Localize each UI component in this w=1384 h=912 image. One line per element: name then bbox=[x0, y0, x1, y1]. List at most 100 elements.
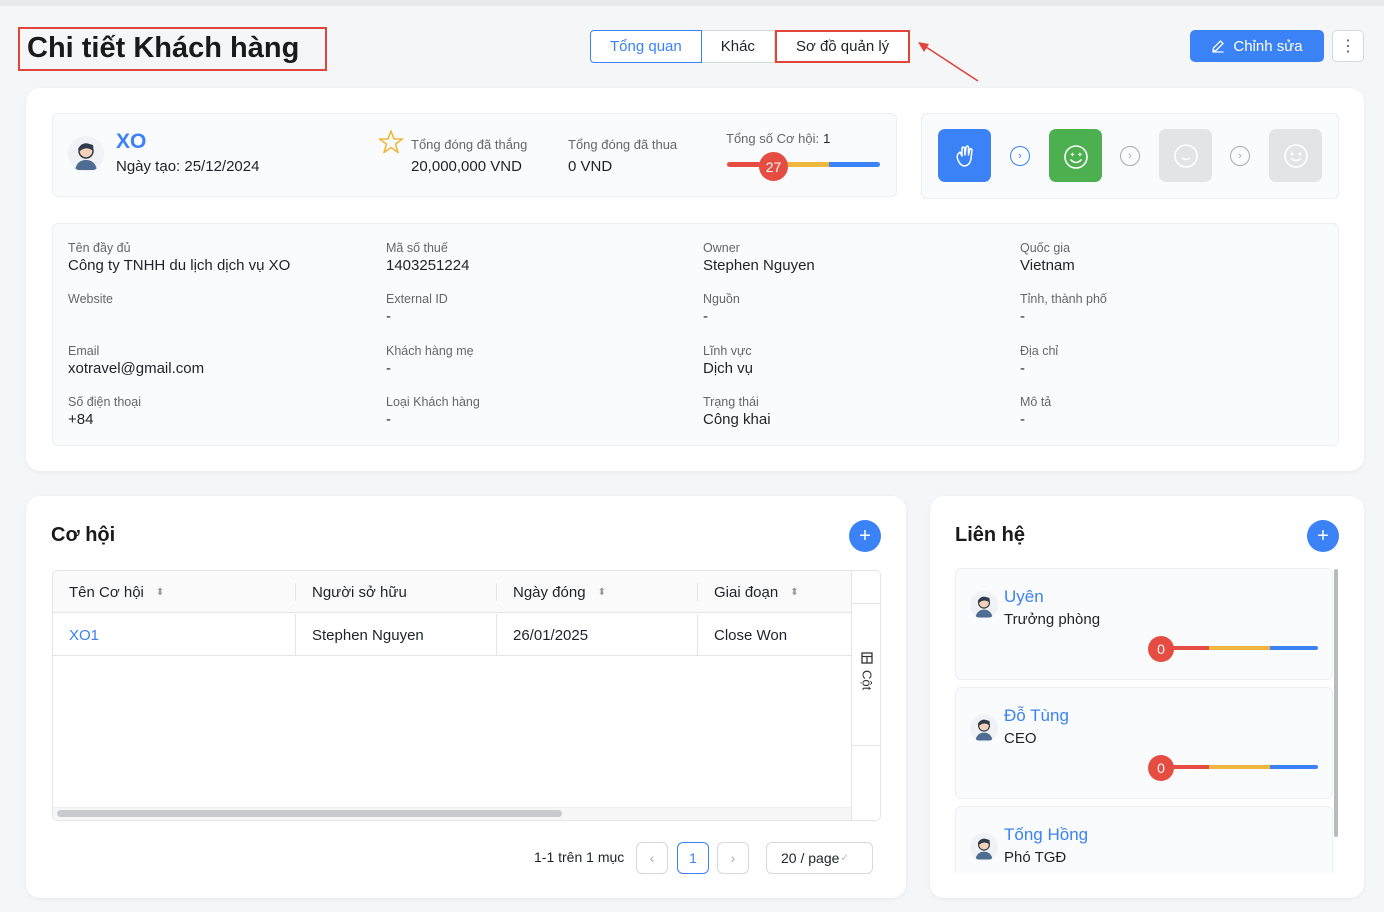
neutral-face-icon bbox=[1173, 143, 1198, 168]
contact-score-bar bbox=[1162, 765, 1318, 769]
opportunity-name-link[interactable]: XO1 bbox=[69, 614, 99, 656]
lost-total-label: Tổng đóng đã thua bbox=[568, 137, 678, 152]
contact-score-bar bbox=[1162, 646, 1318, 650]
annotation-arrow-icon bbox=[918, 42, 979, 82]
field-full-name: Tên đầy đủ Công ty TNHH du lịch dịch vụ X… bbox=[68, 241, 291, 274]
field-country: Quốc gia Vietnam bbox=[1020, 241, 1075, 274]
star-eyes-face-icon: ✦ ✦ bbox=[1063, 144, 1088, 169]
add-opportunity-button[interactable]: + bbox=[849, 520, 881, 552]
column-header-name[interactable]: Tên Cơ hội ⬍ bbox=[69, 571, 164, 613]
field-customer-type: Loại Khách hàng - bbox=[386, 395, 480, 428]
sort-icon: ⬍ bbox=[790, 586, 799, 598]
contact-avatar bbox=[970, 714, 998, 742]
more-vertical-icon: ⋮ bbox=[1340, 38, 1356, 55]
score-bar bbox=[727, 162, 880, 167]
page-title: Chi tiết Khách hàng bbox=[18, 27, 327, 71]
column-header-stage[interactable]: Giai đoạn ⬍ bbox=[714, 571, 799, 613]
chevron-left-icon: ‹ bbox=[649, 850, 655, 866]
horizontal-scrollbar[interactable] bbox=[57, 810, 562, 817]
chevron-down-icon: ✓ bbox=[840, 852, 849, 864]
field-province: Tỉnh, thành phố - bbox=[1020, 292, 1107, 325]
won-total-label: Tổng đóng đã thắng bbox=[411, 137, 528, 152]
svg-text:✦: ✦ bbox=[1077, 151, 1083, 159]
plus-icon: + bbox=[859, 524, 871, 547]
chevron-right-icon: › bbox=[730, 850, 736, 866]
stage-closed[interactable] bbox=[1269, 129, 1322, 182]
lost-total-value: 0 VND bbox=[568, 158, 613, 175]
contact-role: CEO bbox=[1004, 730, 1037, 747]
page-size-value: 20 / page bbox=[781, 850, 840, 866]
columns-toggle-button[interactable]: Cột bbox=[852, 603, 880, 746]
stage-next-arrow-icon: › bbox=[1120, 146, 1140, 166]
field-parent-customer: Khách hàng mẹ - bbox=[386, 344, 474, 377]
sort-icon: ⬍ bbox=[155, 586, 165, 598]
edit-button[interactable]: Chỉnh sửa bbox=[1190, 30, 1324, 62]
avatar-icon bbox=[75, 143, 97, 170]
more-options-button[interactable]: ⋮ bbox=[1332, 30, 1364, 62]
pagination-summary: 1-1 trên 1 mục bbox=[534, 849, 625, 865]
contact-name[interactable]: Đỗ Tùng bbox=[1004, 706, 1069, 726]
contact-name[interactable]: Uyên bbox=[1004, 587, 1044, 607]
table-icon bbox=[861, 652, 873, 664]
column-header-owner[interactable]: Người sở hữu bbox=[312, 571, 407, 613]
view-tabs: Tổng quan Khác Sơ đồ quản lý bbox=[590, 30, 911, 63]
columns-toggle-label: Cột bbox=[859, 670, 875, 691]
field-address: Địa chỉ - bbox=[1020, 344, 1059, 377]
opportunity-count: Tổng số Cơ hội: 1 bbox=[726, 131, 830, 146]
contact-name[interactable]: Tống Hồng bbox=[1004, 825, 1088, 845]
field-tax-code: Mã số thuế 1403251224 bbox=[386, 241, 470, 274]
contact-list: Uyên Trưởng phòng 0 Đỗ Tùng CEO 0 Tống H… bbox=[955, 568, 1336, 873]
field-owner: Owner Stephen Nguyen bbox=[703, 241, 815, 274]
customer-avatar bbox=[68, 136, 104, 172]
field-external-id: External ID - bbox=[386, 292, 448, 325]
contact-item[interactable]: Uyên Trưởng phòng 0 bbox=[955, 568, 1333, 680]
plus-icon: + bbox=[1317, 524, 1329, 547]
contact-avatar bbox=[970, 833, 998, 861]
contact-score-badge: 0 bbox=[1148, 755, 1174, 781]
contact-item[interactable]: Tống Hồng Phó TGĐ 0 bbox=[955, 806, 1333, 873]
contact-score-badge: 0 bbox=[1148, 636, 1174, 662]
field-source: Nguồn - bbox=[703, 292, 740, 325]
edit-button-label: Chỉnh sửa bbox=[1233, 37, 1303, 55]
star-icon[interactable] bbox=[378, 129, 404, 155]
opportunity-count-label: Tổng số Cơ hội: bbox=[726, 131, 820, 146]
top-divider bbox=[0, 0, 1384, 6]
hand-wave-icon bbox=[955, 144, 973, 167]
next-page-button[interactable]: › bbox=[717, 842, 749, 874]
avatar-icon bbox=[975, 596, 993, 618]
stage-next-arrow-icon: › bbox=[1230, 146, 1250, 166]
opportunity-close-date: 26/01/2025 bbox=[513, 626, 589, 644]
opportunity-count-value: 1 bbox=[823, 131, 831, 146]
stage-negotiation[interactable] bbox=[1159, 129, 1212, 182]
opportunities-table: Tên Cơ hội ⬍ Người sở hữu Ngày đóng ⬍ Giai… bbox=[52, 570, 881, 821]
page-size-select[interactable]: 20 / page ✓ bbox=[766, 842, 873, 874]
contact-role: Trưởng phòng bbox=[1004, 611, 1101, 628]
field-phone: Số điện thoại +84 bbox=[68, 395, 141, 428]
contact-item[interactable]: Đỗ Tùng CEO 0 bbox=[955, 687, 1333, 799]
tab-other[interactable]: Khác bbox=[701, 30, 775, 63]
column-header-close-date[interactable]: Ngày đóng ⬍ bbox=[513, 571, 606, 613]
won-total-value: 20,000,000 VND bbox=[411, 158, 522, 175]
tab-overview[interactable]: Tổng quan bbox=[590, 30, 702, 63]
pencil-icon bbox=[1212, 40, 1225, 53]
customer-name[interactable]: XO bbox=[116, 130, 146, 154]
field-status: Trạng thái Công khai bbox=[703, 395, 771, 428]
prev-page-button[interactable]: ‹ bbox=[636, 842, 668, 874]
field-industry: Lĩnh vực Dịch vụ bbox=[703, 344, 754, 377]
contact-role: Phó TGĐ bbox=[1004, 849, 1067, 866]
contact-avatar bbox=[970, 591, 998, 619]
columns-panel: Cột bbox=[851, 571, 880, 820]
page-1-button[interactable]: 1 bbox=[677, 842, 709, 874]
score-badge: 27 bbox=[759, 152, 788, 181]
stage-contact[interactable] bbox=[938, 129, 991, 182]
vertical-scrollbar[interactable] bbox=[1334, 569, 1338, 837]
add-contact-button[interactable]: + bbox=[1307, 520, 1339, 552]
stage-interested[interactable]: ✦ ✦ bbox=[1049, 129, 1102, 182]
tab-management-chart[interactable]: Sơ đồ quản lý bbox=[774, 30, 911, 63]
svg-text:✦: ✦ bbox=[1069, 151, 1075, 159]
opportunity-stage: Close Won bbox=[714, 626, 788, 644]
contacts-title: Liên hệ bbox=[955, 524, 1026, 546]
field-website: Website bbox=[68, 292, 113, 306]
opportunities-title: Cơ hội bbox=[51, 524, 116, 546]
smile-face-icon bbox=[1283, 143, 1308, 168]
